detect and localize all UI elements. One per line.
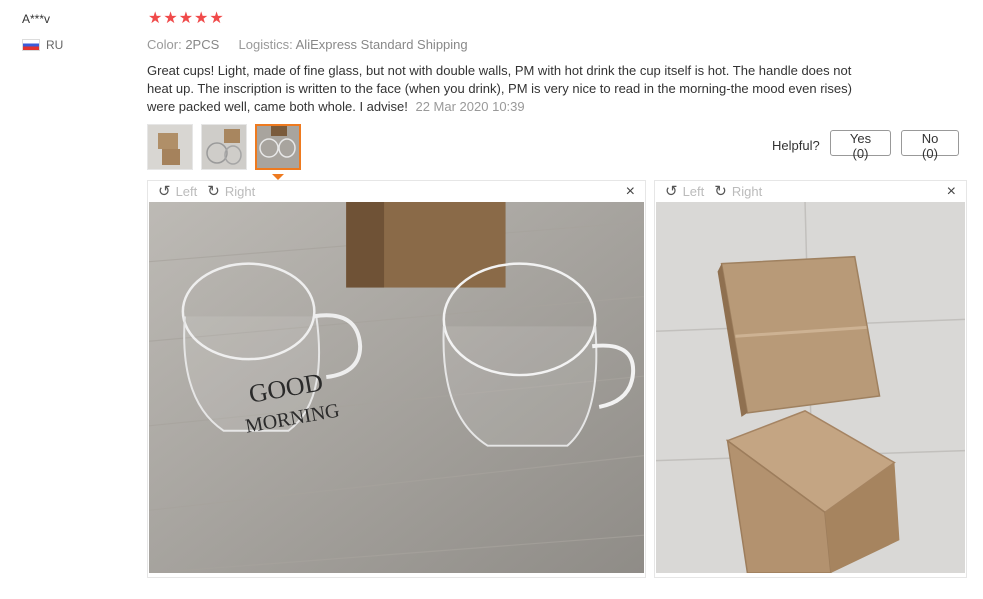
country-code: RU <box>46 38 64 52</box>
russia-flag-icon <box>22 39 40 51</box>
star-icon: ★ <box>148 10 163 27</box>
logistics-label: Logistics: <box>238 37 293 52</box>
rotate-left-button[interactable]: ↺ Left <box>665 184 704 199</box>
image-viewer-2: ↺ Left ↻ Right × <box>654 180 967 578</box>
viewer-toolbar: ↺ Left ↻ Right × <box>148 181 645 202</box>
rotate-left-label: Left <box>682 184 705 199</box>
glass-cups-photo: GOOD MORNING <box>149 202 644 573</box>
viewer-toolbar: ↺ Left ↻ Right × <box>655 181 966 202</box>
logistics-value: AliExpress Standard Shipping <box>295 37 468 52</box>
thumbnail-strip <box>147 124 301 170</box>
helpful-yes-button[interactable]: Yes (0) <box>830 130 891 161</box>
close-icon[interactable]: × <box>626 182 635 202</box>
rotate-right-button[interactable]: ↻ Right <box>207 184 255 199</box>
star-icon: ★ <box>163 10 178 27</box>
helpful-label: Helpful? <box>772 138 820 153</box>
reviewer-country: RU <box>22 38 63 52</box>
order-meta: Color: 2PCS Logistics: AliExpress Standa… <box>147 37 468 52</box>
rotate-left-icon: ↺ <box>158 183 171 200</box>
image-viewer-1: ↺ Left ↻ Right × GOOD MORNING <box>147 180 646 578</box>
thumbnail-box[interactable] <box>147 124 193 170</box>
review-date: 22 Mar 2020 10:39 <box>415 99 525 114</box>
star-icon: ★ <box>209 10 224 27</box>
rotate-right-icon: ↻ <box>714 183 727 200</box>
close-icon[interactable]: × <box>947 182 956 202</box>
rotate-right-label: Right <box>731 184 763 199</box>
rotate-right-label: Right <box>224 184 256 199</box>
rotate-right-button[interactable]: ↻ Right <box>714 184 762 199</box>
color-label: Color: <box>147 37 182 52</box>
reviewer-name: A***v <box>22 12 51 26</box>
rotate-left-icon: ↺ <box>665 183 678 200</box>
rotate-left-button[interactable]: ↺ Left <box>158 184 197 199</box>
thumbnail-glass-cups[interactable] <box>255 124 301 170</box>
rotate-right-icon: ↻ <box>207 183 220 200</box>
review-item: A***v RU ★ ★ ★ ★ ★ Color: 2PCS Logistics… <box>0 0 983 599</box>
thumbnail-cups-box[interactable] <box>201 124 247 170</box>
rotate-left-label: Left <box>175 184 198 199</box>
star-icon: ★ <box>194 10 209 27</box>
star-rating: ★ ★ ★ ★ ★ <box>148 10 224 28</box>
star-icon: ★ <box>178 10 194 27</box>
color-value: 2PCS <box>185 37 220 52</box>
helpful-no-button[interactable]: No (0) <box>901 130 959 161</box>
cardboard-boxes-photo <box>656 202 965 573</box>
review-body: Great cups! Light, made of fine glass, b… <box>147 62 869 116</box>
